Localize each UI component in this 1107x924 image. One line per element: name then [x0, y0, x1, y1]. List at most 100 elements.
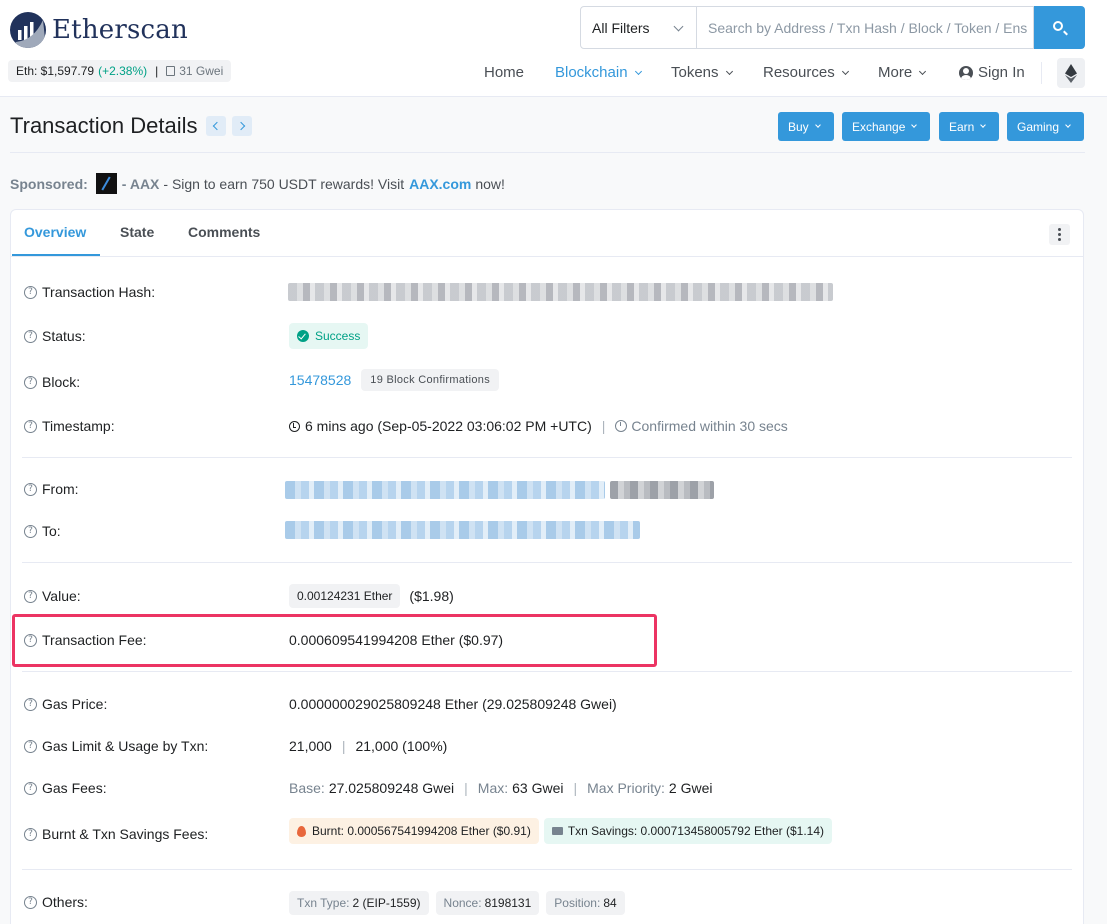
question-circle-icon[interactable]: ? — [24, 895, 37, 909]
etherscan-logo[interactable]: Etherscan — [10, 12, 188, 48]
label-gas-limit: ? Gas Limit & Usage by Txn: — [24, 738, 208, 754]
gas-limit-value: 21,000 | 21,000 (100%) — [289, 738, 447, 754]
label-status-text: Status: — [42, 328, 86, 344]
status-value: Success — [289, 323, 369, 349]
gaming-button[interactable]: Gaming — [1007, 112, 1084, 141]
position-key: Position: — [554, 896, 601, 910]
sponsor-text: - Sign to earn 750 USDT rewards! Visit — [163, 175, 405, 192]
separator: | — [341, 738, 346, 754]
prev-transaction-button[interactable] — [206, 116, 226, 136]
exchange-label: Exchange — [852, 119, 906, 134]
question-circle-icon[interactable]: ? — [24, 482, 37, 496]
label-gas-limit-text: Gas Limit & Usage by Txn: — [42, 738, 209, 754]
label-others: ? Others: — [24, 894, 88, 910]
main-nav: Home Blockchain Tokens Resources More Si… — [0, 62, 1107, 86]
question-circle-icon[interactable]: ? — [24, 781, 37, 795]
label-to-text: To: — [42, 523, 61, 539]
question-circle-icon[interactable]: ? — [24, 739, 37, 753]
question-circle-icon[interactable]: ? — [24, 419, 37, 433]
transaction-fee-highlight — [12, 614, 657, 667]
label-from-text: From: — [42, 481, 79, 497]
chevron-down-icon — [911, 122, 918, 128]
more-options-icon[interactable] — [1049, 224, 1070, 245]
search-filter-select[interactable]: All Filters — [580, 6, 697, 49]
label-transaction-hash: ? Transaction Hash: — [24, 284, 155, 300]
nonce-value: 8198131 — [484, 896, 532, 910]
txn-savings-badge: Txn Savings: 0.000713458005792 Ether ($1… — [543, 818, 833, 844]
question-circle-icon[interactable]: ? — [24, 375, 37, 389]
from-address-redacted[interactable] — [285, 481, 605, 499]
stopwatch-icon — [615, 420, 628, 432]
buy-button[interactable]: Buy — [778, 112, 834, 141]
txn-type-badge: Txn Type: 2 (EIP-1559) — [289, 891, 429, 915]
page-title: Transaction Details — [10, 113, 198, 138]
others-value: Txn Type: 2 (EIP-1559) Nonce: 8198131 Po… — [289, 891, 632, 915]
label-gas-price-text: Gas Price: — [42, 696, 108, 712]
nav-tokens[interactable]: Tokens — [671, 64, 733, 81]
sponsor-tail: now! — [475, 175, 505, 192]
next-transaction-button[interactable] — [232, 116, 252, 136]
txn-type-key: Txn Type: — [297, 896, 350, 910]
aax-logo-icon[interactable] — [95, 173, 117, 194]
tab-comments[interactable]: Comments — [188, 224, 260, 240]
money-icon — [551, 827, 563, 835]
question-circle-icon[interactable]: ? — [24, 524, 37, 538]
section-divider — [22, 562, 1072, 563]
nonce-badge: Nonce: 8198131 — [435, 891, 540, 915]
sponsored-label: Sponsored: — [10, 175, 88, 192]
gaming-label: Gaming — [1017, 119, 1060, 134]
chevron-down-icon — [919, 67, 927, 75]
section-divider — [22, 869, 1072, 870]
earn-button[interactable]: Earn — [939, 112, 999, 141]
question-circle-icon[interactable]: ? — [24, 697, 37, 711]
ethereum-icon — [1065, 64, 1077, 83]
status-text: Success — [315, 329, 361, 343]
nav-resources[interactable]: Resources — [763, 64, 849, 81]
flame-icon — [297, 825, 306, 837]
tab-overview[interactable]: Overview — [24, 224, 86, 240]
block-confirmations-badge: 19 Block Confirmations — [361, 369, 500, 391]
nav-home[interactable]: Home — [484, 64, 524, 81]
label-timestamp: ? Timestamp: — [24, 418, 115, 434]
burnt-fee-text: Burnt: 0.000567541994208 Ether ($0.91) — [312, 824, 531, 838]
nav-more[interactable]: More — [878, 64, 927, 81]
to-address-redacted[interactable] — [285, 521, 640, 539]
nav-sign-in-label: Sign In — [978, 64, 1025, 81]
label-value-text: Value: — [42, 588, 81, 604]
nav-blockchain[interactable]: Blockchain — [555, 64, 642, 81]
gas-fees-value: Base: 27.025809248 Gwei | Max: 63 Gwei |… — [289, 780, 713, 796]
chevron-down-icon — [634, 67, 642, 75]
network-switch-button[interactable] — [1057, 58, 1085, 88]
question-circle-icon[interactable]: ? — [24, 827, 37, 841]
earn-label: Earn — [949, 119, 975, 134]
gas-usage: 21,000 (100%) — [355, 738, 448, 754]
gas-max: 63 Gwei — [512, 780, 564, 796]
block-number-link[interactable]: 15478528 — [289, 372, 351, 388]
nav-sign-in[interactable]: Sign In — [959, 64, 1025, 81]
search-input[interactable] — [697, 6, 1034, 49]
question-circle-icon[interactable]: ? — [24, 589, 37, 603]
gas-base: 27.025809248 Gwei — [328, 780, 455, 796]
label-gas-price: ? Gas Price: — [24, 696, 107, 712]
nav-resources-label: Resources — [763, 64, 835, 81]
gas-priority: 2 Gwei — [668, 780, 713, 796]
transaction-hash-value-redacted — [288, 283, 833, 301]
sponsor-link[interactable]: AAX.com — [409, 176, 471, 192]
exchange-button[interactable]: Exchange — [842, 112, 930, 141]
gas-max-key: Max: — [477, 780, 509, 796]
nav-blockchain-label: Blockchain — [555, 64, 628, 81]
sponsor-dash: - — [121, 175, 127, 192]
label-block: ? Block: — [24, 374, 80, 390]
question-circle-icon[interactable]: ? — [24, 329, 37, 343]
etherscan-logo-icon — [10, 12, 46, 48]
burnt-savings-value: Burnt: 0.000567541994208 Ether ($0.91) T… — [289, 818, 833, 844]
question-circle-icon[interactable]: ? — [24, 285, 37, 299]
tab-state[interactable]: State — [120, 224, 154, 240]
chevron-down-icon — [673, 21, 684, 32]
page-head-divider — [10, 152, 1085, 153]
search-button[interactable] — [1034, 6, 1085, 49]
timestamp-text: 6 mins ago (Sep-05-2022 03:06:02 PM +UTC… — [305, 418, 592, 434]
label-from: ? From: — [24, 481, 79, 497]
label-transaction-hash-text: Transaction Hash: — [42, 284, 156, 300]
label-timestamp-text: Timestamp: — [42, 418, 115, 434]
